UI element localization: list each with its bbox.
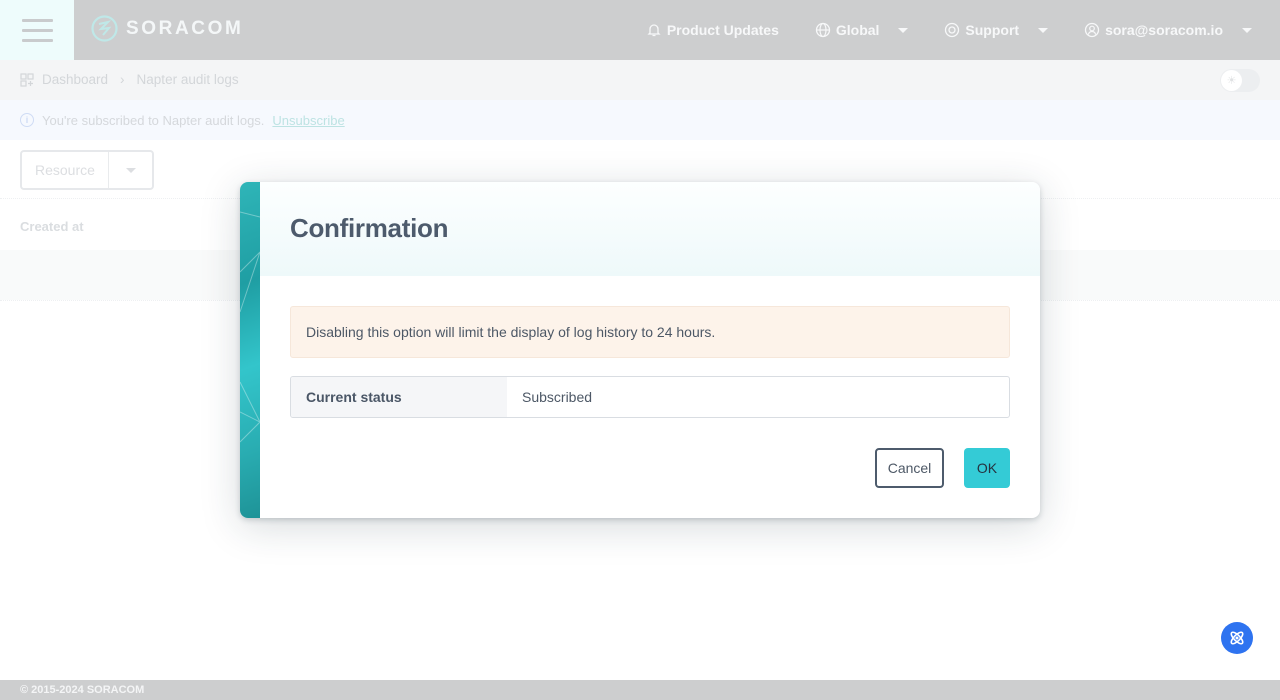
dialog-side-decoration [240, 182, 261, 518]
breadcrumb-bar: Dashboard › Napter audit logs ☀ [0, 60, 1280, 100]
chevron-right-icon: › [120, 72, 125, 87]
menu-line [21, 18, 53, 22]
subscription-notice: i You're subscribed to Napter audit logs… [0, 100, 1280, 140]
product-updates-label: Product Updates [666, 22, 779, 38]
notice-text: You're subscribed to Napter audit logs. [42, 112, 265, 128]
breadcrumb-dashboard-link[interactable]: Dashboard [42, 72, 108, 87]
brand-name: SORACOM [126, 17, 244, 39]
copyright-text: © 2015-2024 SORACOM [20, 684, 145, 696]
current-status-value: Subscribed [522, 389, 593, 405]
chevron-down-icon [1038, 27, 1049, 33]
region-label: Global [835, 22, 880, 38]
dashboard-grid-icon [20, 72, 34, 87]
ok-button[interactable]: OK [964, 448, 1010, 488]
menu-line [21, 28, 53, 32]
footer: © 2015-2024 SORACOM [0, 680, 1280, 700]
globe-icon [815, 22, 831, 38]
user-email-label: sora@soracom.io [1105, 22, 1223, 38]
support-label: Support [965, 22, 1020, 38]
resource-filter-select[interactable]: Resource [20, 150, 154, 190]
lifebuoy-icon [945, 22, 960, 38]
chevron-down-icon [898, 27, 909, 33]
dialog-header: Confirmation [260, 182, 1040, 276]
theme-toggle[interactable]: ☀ [1220, 69, 1260, 92]
column-header-created-at: Created at [20, 219, 84, 234]
decorative-pattern [240, 211, 261, 443]
bell-icon [647, 24, 661, 37]
support-dropdown[interactable]: Support [944, 22, 1049, 38]
breadcrumb: Dashboard › Napter audit logs [20, 72, 239, 87]
menu-line [21, 38, 53, 42]
soracom-logo[interactable]: SORACOM [91, 15, 243, 42]
atom-icon [1230, 631, 1244, 645]
product-updates-link[interactable]: Product Updates [646, 22, 779, 38]
region-dropdown[interactable]: Global [815, 22, 909, 38]
confirmation-dialog: Confirmation Disabling this option will … [240, 182, 1040, 518]
top-nav: Product Updates Global Support sora@sora… [646, 0, 1280, 60]
hamburger-menu-button[interactable] [0, 0, 74, 60]
info-icon: i [20, 113, 34, 127]
current-status-row: Current status Subscribed [290, 376, 1010, 418]
dialog-title: Confirmation [290, 213, 449, 243]
user-account-dropdown[interactable]: sora@soracom.io [1084, 22, 1252, 38]
support-chat-button[interactable] [1221, 622, 1253, 654]
resource-select-label: Resource [22, 152, 109, 188]
resource-select-toggle[interactable] [109, 152, 152, 188]
unsubscribe-link[interactable]: Unsubscribe [272, 113, 344, 128]
chevron-down-icon [125, 167, 136, 173]
user-icon [1084, 22, 1100, 38]
cancel-button[interactable]: Cancel [875, 448, 944, 488]
current-status-label: Current status [291, 377, 507, 417]
warning-message: Disabling this option will limit the dis… [290, 306, 1010, 358]
top-header: SORACOM Product Updates Global Support s… [0, 0, 1280, 60]
breadcrumb-current: Napter audit logs [136, 72, 239, 87]
soracom-logo-icon [91, 15, 118, 42]
sun-icon: ☀ [1221, 70, 1242, 91]
chevron-down-icon [1242, 27, 1252, 33]
